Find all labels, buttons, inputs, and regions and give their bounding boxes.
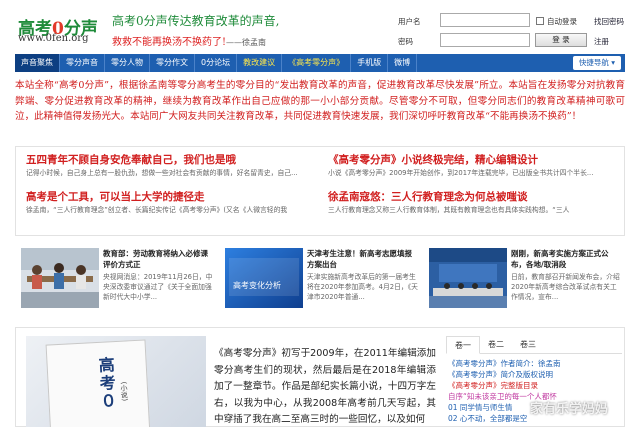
headline-summary: 三人行教育理念又称三人行教育体制，其既有教育理念也有具体实践构想。“三人 [328, 206, 570, 214]
slogan-signature: ——徐孟南 [226, 38, 267, 47]
headline-summary: 记得小时候，自己身上总有一股仇劲，想做一些对社会有贡献的事情，好名留青史，自己.… [26, 169, 298, 177]
headline-column-left: 五四青年不顾自身安危奉献自己，我们也是哦 记得小时候，自己身上总有一股仇劲，想做… [26, 153, 316, 227]
quick-nav-dropdown[interactable]: 快捷导航 ▾ [572, 56, 621, 70]
remember-checkbox[interactable] [536, 17, 544, 25]
book-cover-image[interactable]: 高考０ (小说) [26, 336, 206, 427]
main-nav: 声音聚焦 零分声音 零分人物 零分作文 0分论坛 教改建议 《高考零分声》 手机… [15, 54, 625, 72]
volume-tabs: 卷一 卷二 卷三 [446, 336, 622, 354]
news-card-desc: 央视网消息：2019年11月26日，中央深改委审议通过了《关于全面加强新时代大中… [103, 273, 213, 301]
headline-summary: 小说《高考零分声》2009年开始创作，到2017年连载完毕，已出版全书共计四个半… [328, 169, 594, 177]
headline-summary: 徐孟南，“三人行教育理念”创立者、长篇纪实传记《高考零分声》(又名《人微言轻的我 [26, 206, 288, 214]
news-thumbnail-exam-analysis[interactable]: 高考变化分析 [225, 248, 303, 308]
site-header: 高考0分声 www.0fen.org 高考0分声传达教育改革的声音, 救救不能再… [0, 0, 640, 52]
news-card-title[interactable]: 教育部：劳动教育将纳入必修课 评价方式正 [103, 248, 215, 270]
slogan-text: 救救不能再换汤不换药了! [112, 37, 227, 48]
chapter-link[interactable]: 《高考零分声》完整版目录 [448, 380, 624, 391]
site-url: www.0fen.org [18, 33, 89, 44]
password-label: 密码 [398, 37, 413, 46]
headline-title[interactable]: 高考是个工具，可以当上大学的捷径走 [26, 190, 316, 205]
book-description: 《高考零分声》初写于2009年，在2011年编辑添加零分高考生们的现状，然后最后… [214, 348, 436, 425]
news-thumbnail-classroom[interactable] [21, 248, 99, 308]
headline-title[interactable]: 《高考零分声》小说终极完结，精心编辑设计 [328, 153, 618, 168]
news-card-desc: 日前，教育部召开新闻发布会，介绍2020年新高考综合改革试点有关工作情况，宣布.… [511, 273, 620, 301]
news-card-text: 刚刚，新高考实施方案正式公布，各地/取消段 日前，教育部召开新闻发布会，介绍20… [511, 248, 623, 302]
news-thumbnail-press-conference[interactable] [429, 248, 507, 308]
headline-title[interactable]: 徐孟南寇悠：三人行教育理念为何总被嗤谈 [328, 190, 618, 205]
nav-item-voice[interactable]: 零分声音 [60, 54, 105, 72]
username-input[interactable] [440, 13, 530, 27]
news-card[interactable]: 教育部：劳动教育将纳入必修课 评价方式正 央视网消息：2019年11月26日，中… [21, 244, 217, 320]
slogan-line-2: 救救不能再换汤不换药了!——徐孟南 [112, 33, 266, 48]
forgot-password-link[interactable]: 找回密码 [594, 16, 624, 27]
nav-item-focus[interactable]: 声音聚焦 [15, 54, 60, 72]
nav-item-weibo[interactable]: 微博 [388, 54, 418, 72]
nav-item-mobile[interactable]: 手机版 [351, 54, 389, 72]
thumb-caption: 高考变化分析 [233, 280, 281, 290]
username-label: 用户名 [398, 17, 421, 26]
slogan-line-1: 高考0分声传达教育改革的声音, [112, 14, 280, 28]
news-card-title[interactable]: 天津考生注意！新高考志愿填报方案出台 [307, 248, 419, 270]
headline-title[interactable]: 五四青年不顾自身安危奉献自己，我们也是哦 [26, 153, 316, 168]
headline-box: 五四青年不顾自身安危奉献自己，我们也是哦 记得小时候，自己身上总有一股仇劲，想做… [15, 146, 625, 236]
chapter-link[interactable]: 《高考零分声》简介及版权说明 [448, 369, 624, 380]
register-link[interactable]: 注册 [594, 36, 609, 47]
remember-label: 自动登录 [547, 17, 577, 26]
tab-volume-1[interactable]: 卷一 [446, 336, 480, 354]
book-title-vertical: 高考０ [95, 356, 118, 412]
tab-volume-3[interactable]: 卷三 [512, 336, 544, 354]
book-subtitle-vertical: (小说) [119, 381, 129, 402]
nav-item-forum[interactable]: 0分论坛 [195, 54, 238, 72]
news-card-text: 教育部：劳动教育将纳入必修课 评价方式正 央视网消息：2019年11月26日，中… [103, 248, 215, 302]
site-intro: 本站全称“高考0分声”，根据徐孟南等零分高考生的零分目的“发出教育改革的声音，促… [15, 80, 625, 122]
news-card[interactable]: 高考变化分析 天津考生注意！新高考志愿填报方案出台 天津实施新高考改革后的第一届… [225, 244, 421, 320]
password-input[interactable] [440, 33, 530, 47]
headline-column-right: 《高考零分声》小说终极完结，精心编辑设计 小说《高考零分声》2009年开始创作，… [328, 153, 618, 227]
nav-item-suggestion[interactable]: 教改建议 [237, 54, 283, 72]
news-card[interactable]: 刚刚，新高考实施方案正式公布，各地/取消段 日前，教育部召开新闻发布会，介绍20… [429, 244, 625, 320]
watermark-text: 家有乐学妈妈 [530, 402, 609, 417]
login-button[interactable]: 登 录 [535, 33, 587, 47]
news-card-title[interactable]: 刚刚，新高考实施方案正式公布，各地/取消段 [511, 248, 623, 270]
nav-item-essay[interactable]: 零分作文 [150, 54, 195, 72]
chapter-link[interactable]: 《高考零分声》作者简介：徐孟南 [448, 358, 624, 369]
login-panel: 用户名 自动登录 找回密码 密码 登 录 注册 [394, 8, 638, 52]
news-card-desc: 天津实施新高考改革后的第一届考生将在2020年参加高考。4月2日，《天津市202… [307, 273, 418, 301]
nav-item-people[interactable]: 零分人物 [105, 54, 150, 72]
nav-item-novel[interactable]: 《高考零分声》 [282, 54, 352, 72]
tab-volume-2[interactable]: 卷二 [480, 336, 512, 354]
news-card-text: 天津考生注意！新高考志愿填报方案出台 天津实施新高考改革后的第一届考生将在202… [307, 248, 419, 302]
news-cards-row: 教育部：劳动教育将纳入必修课 评价方式正 央视网消息：2019年11月26日，中… [15, 244, 625, 320]
book-page: 高考０ (小说) [45, 339, 151, 427]
